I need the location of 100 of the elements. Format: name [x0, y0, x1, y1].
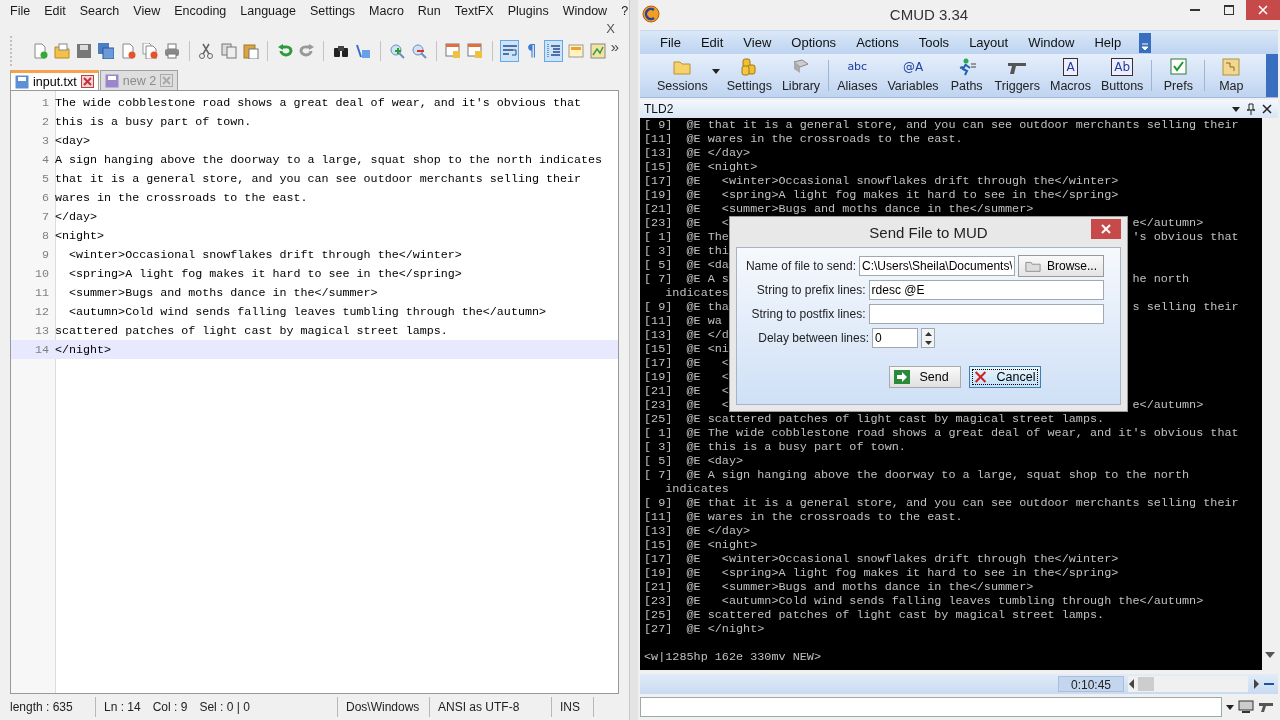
menu-item[interactable]: Settings	[307, 4, 358, 18]
save-all-button[interactable]	[96, 40, 116, 62]
scroll-left-icon[interactable]	[1128, 679, 1136, 689]
menu-item[interactable]: View	[741, 35, 774, 50]
send-button[interactable]: Send	[888, 366, 961, 388]
gun-icon[interactable]	[1258, 701, 1274, 713]
menu-item[interactable]: Language	[238, 4, 298, 18]
caret-icon[interactable]	[711, 69, 720, 74]
menu-item[interactable]: ?	[619, 4, 631, 18]
line-number: 5	[41, 171, 49, 186]
document-map-button[interactable]	[588, 40, 608, 62]
toolbar-button[interactable]: Library	[776, 54, 826, 97]
word-wrap-button[interactable]	[499, 40, 520, 62]
delay-field[interactable]: 0	[872, 328, 918, 348]
terminal-line: [19] @E <spring>A light fog makes it hard to see in the</spring>	[644, 566, 1119, 580]
new-file-icon	[31, 43, 48, 59]
cancel-button[interactable]: Cancel	[968, 366, 1041, 388]
menu-item[interactable]: File	[8, 4, 33, 18]
close-file-icon	[120, 43, 137, 59]
prompt-line: <w|1285hp 162e 330mv NEW>	[644, 650, 821, 664]
save-all-icon	[97, 43, 114, 59]
menu-item[interactable]: Window	[560, 4, 610, 18]
terminal-line: he north	[1132, 272, 1190, 286]
close-button[interactable]	[1246, 0, 1280, 20]
toolbar-button[interactable]: Sessions	[652, 54, 722, 97]
open-folder-button[interactable]	[52, 40, 72, 62]
spin-buttons[interactable]	[921, 328, 935, 348]
menu-item[interactable]: Actions	[854, 35, 901, 50]
letters-icon: abc	[845, 58, 870, 76]
toolbar-button[interactable]: Settings	[721, 54, 777, 97]
menu-overflow-icon[interactable]	[1139, 32, 1152, 53]
terminal-line: [ 3] @E thi	[644, 244, 729, 258]
menu-item[interactable]: Edit	[698, 35, 726, 50]
file-name-field[interactable]: C:\Users\Sheila\Documents\	[859, 256, 1015, 276]
scroll-down-icon[interactable]	[1265, 652, 1275, 658]
toolbar-button[interactable]: A Macros	[1045, 54, 1096, 97]
zoom-in-icon	[389, 43, 406, 59]
close-document-button[interactable]: X	[606, 22, 615, 36]
menu-item[interactable]: Search	[77, 4, 122, 18]
terminal-line: [ 1] @E The wide cobblestone road shows a great deal of wear, and it's obvious that	[644, 426, 1239, 440]
scrollbar-thumb[interactable]	[1138, 677, 1154, 691]
menu-item[interactable]: Window	[1026, 35, 1077, 50]
toolbar-overflow[interactable]: »	[610, 38, 619, 55]
terminal-line: e</autumn>	[1132, 398, 1204, 412]
binoculars-icon	[332, 43, 349, 59]
close-icon[interactable]	[1262, 104, 1272, 114]
code-line: wares in the crossroads to the east.	[55, 190, 308, 205]
code-line: A sign hanging above the doorway to a large, squat shop to the north indicates	[55, 152, 603, 167]
menu-item[interactable]: Plugins	[505, 4, 551, 18]
panel-title: TLD2	[644, 102, 675, 116]
horizontal-scrollbar[interactable]	[1128, 676, 1248, 692]
print-button[interactable]	[162, 40, 182, 62]
terminal-line: [21] @E <summer>Bugs and moths dance in the</summer>	[644, 202, 1034, 216]
terminal-line: [ 1] @E The	[644, 230, 729, 244]
close-all-icon	[142, 43, 159, 59]
toolbar-button[interactable]: Prefs	[1155, 54, 1202, 97]
folder-icon	[672, 58, 693, 76]
menu-item[interactable]: File	[658, 35, 683, 50]
pin-icon[interactable]	[1246, 103, 1256, 115]
toolbar-button[interactable]: @A Variables	[882, 54, 944, 97]
browse-button[interactable]: Browse...	[1018, 255, 1104, 277]
menu-item[interactable]: Encoding	[172, 4, 229, 18]
command-input[interactable]	[640, 697, 1222, 717]
scroll-right-icon[interactable]	[1252, 679, 1260, 689]
menu-item[interactable]: Edit	[42, 4, 68, 18]
text-field[interactable]: rdesc @E	[868, 280, 1104, 300]
toolbar-button[interactable]: Triggers	[989, 54, 1045, 97]
folder-icon	[1025, 260, 1041, 272]
terminal-line: [17] @E <winter>Occasional snowflakes drift through the</winter>	[644, 174, 1119, 188]
menu-item[interactable]: Layout	[967, 35, 1011, 50]
menu-item[interactable]: Help	[1092, 35, 1124, 50]
caret-icon[interactable]	[1226, 704, 1234, 710]
document-map-icon	[590, 43, 607, 59]
menu-item[interactable]: TextFX	[452, 4, 496, 18]
close-all-button[interactable]	[140, 40, 160, 62]
toolbar-button[interactable]: Map	[1208, 54, 1255, 97]
checkbox-icon	[1168, 58, 1189, 76]
code-line: The wide cobblestone road shows a great deal of wear, and it's obvious that	[55, 95, 582, 110]
line-number: 4	[41, 152, 49, 167]
menu-item[interactable]: Macro	[367, 4, 406, 18]
text-field[interactable]	[868, 304, 1104, 324]
code-line: </day>	[55, 209, 98, 224]
copy-button[interactable]	[218, 40, 239, 62]
menu-item[interactable]: Options	[789, 35, 839, 50]
toolbar-button[interactable]: abc Aliases	[832, 54, 883, 97]
computer-icon[interactable]	[1238, 700, 1254, 714]
menu-item[interactable]: Tools	[916, 35, 952, 50]
field-label: Delay between lines:	[757, 331, 869, 345]
file-tab[interactable]: input.txt	[10, 70, 99, 90]
toolbar-button[interactable]: Ab Buttons	[1096, 54, 1149, 97]
toolbar-button[interactable]: Paths	[943, 54, 990, 97]
close-button[interactable]	[1091, 219, 1121, 239]
menu-item[interactable]: Run	[415, 4, 443, 18]
line-number: 11	[33, 285, 49, 300]
show-all-characters-button[interactable]: ¶	[522, 40, 542, 62]
status-text: Ln : 14	[104, 700, 141, 714]
menu-item[interactable]: View	[131, 4, 163, 18]
caret-icon[interactable]	[1232, 106, 1240, 112]
letters-icon: @A	[900, 58, 926, 76]
indent-guide-button[interactable]	[544, 40, 564, 62]
